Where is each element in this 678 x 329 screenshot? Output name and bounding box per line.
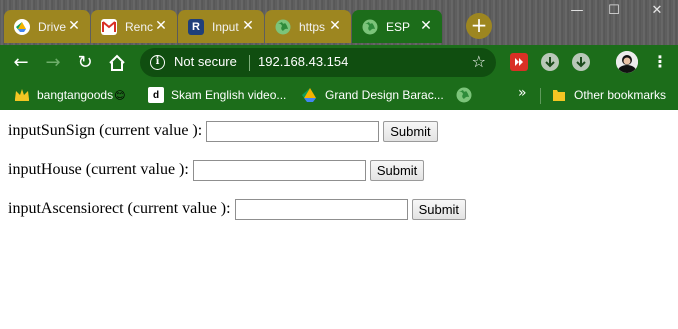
- gmail-icon: [101, 18, 117, 35]
- bookmark-label: Other bookmarks: [574, 88, 667, 102]
- bookmarks-bar: bangtangoods 😊 d Skam English video... G…: [0, 80, 678, 110]
- home-icon[interactable]: [104, 50, 130, 76]
- reload-icon[interactable]: ↻: [72, 50, 98, 76]
- r-icon: R: [188, 18, 204, 35]
- globe-icon: [275, 19, 291, 35]
- ascensiorect-input[interactable]: [234, 198, 408, 220]
- page-content: inputSunSign (current value ): Submit in…: [0, 111, 678, 329]
- google-drive-icon: [302, 87, 318, 103]
- close-icon[interactable]: ✕: [240, 18, 256, 34]
- download-icon[interactable]: [541, 53, 559, 71]
- forward-arrow-icon[interactable]: →: [40, 50, 66, 76]
- tab-https[interactable]: https ✕: [265, 10, 351, 43]
- tab-strip: Drive ✕ Renc ✕ R Input ✕ https ✕ ESP ✕: [4, 9, 443, 45]
- window-close-icon[interactable]: ✕: [647, 2, 667, 22]
- bookmark-label: Grand Design Barac...: [325, 88, 444, 102]
- close-icon[interactable]: ✕: [327, 18, 343, 34]
- tab-title: ESP: [386, 19, 411, 34]
- folder-icon: [551, 87, 567, 103]
- bookmark-item[interactable]: Grand Design Barac...: [302, 85, 444, 105]
- form-row-ascensiorect: inputAscensiorect (current value ): Subm…: [8, 198, 467, 220]
- bookmarks-overflow-icon[interactable]: »: [518, 85, 527, 101]
- bookmark-label: Skam English video...: [171, 88, 287, 102]
- tab-title: Renc: [125, 19, 154, 34]
- more-menu-icon[interactable]: ⋮: [652, 51, 668, 73]
- tab-title: https: [299, 19, 326, 34]
- dailymotion-icon: d: [148, 87, 164, 103]
- house-input[interactable]: [192, 159, 366, 181]
- extension-red-icon[interactable]: [510, 53, 528, 71]
- browser-toolbar: ← → ↻ i Not secure 192.168.43.154 ☆ ⋮: [0, 45, 678, 80]
- bookmark-item[interactable]: bangtangoods 😊: [14, 85, 126, 105]
- download-icon[interactable]: [572, 53, 590, 71]
- other-bookmarks[interactable]: Other bookmarks: [551, 85, 666, 105]
- browser-titlebar: Drive ✕ Renc ✕ R Input ✕ https ✕ ESP ✕ +…: [0, 0, 678, 45]
- avatar[interactable]: [616, 51, 638, 73]
- sun-sign-input[interactable]: [206, 120, 380, 142]
- bookmark-item[interactable]: d Skam English video...: [148, 85, 286, 105]
- globe-icon: [362, 19, 378, 35]
- tab-title: Input: [212, 19, 239, 34]
- submit-button[interactable]: Submit: [383, 120, 438, 142]
- submit-button[interactable]: Submit: [369, 159, 425, 181]
- close-icon[interactable]: ✕: [153, 18, 169, 34]
- tab-title: Drive: [38, 19, 67, 34]
- field-label: inputAscensiorect (current value ):: [8, 200, 231, 217]
- security-label[interactable]: Not secure: [174, 54, 237, 69]
- bookmark-item[interactable]: [456, 85, 472, 105]
- form-row-house: inputHouse (current value ): Submit: [8, 159, 425, 181]
- url-text[interactable]: 192.168.43.154: [258, 54, 348, 69]
- divider: [249, 55, 250, 71]
- smiley-icon: 😊: [114, 88, 126, 102]
- new-tab-button[interactable]: +: [466, 13, 492, 39]
- bookmark-star-icon[interactable]: ☆: [472, 52, 486, 71]
- maximize-icon[interactable]: ☐: [604, 2, 624, 22]
- google-drive-icon: [14, 18, 30, 35]
- tab-input[interactable]: R Input ✕: [178, 10, 264, 43]
- submit-button[interactable]: Submit: [411, 198, 467, 220]
- close-icon[interactable]: ✕: [418, 18, 434, 34]
- tab-gmail[interactable]: Renc ✕: [91, 10, 177, 43]
- form-row-sun-sign: inputSunSign (current value ): Submit: [8, 120, 438, 142]
- tab-drive[interactable]: Drive ✕: [4, 10, 90, 43]
- close-icon[interactable]: ✕: [66, 18, 82, 34]
- globe-icon: [456, 87, 472, 103]
- crown-icon: [14, 87, 30, 103]
- back-arrow-icon[interactable]: ←: [8, 50, 34, 76]
- divider: [540, 88, 541, 104]
- minimize-icon[interactable]: —: [567, 2, 587, 22]
- info-icon[interactable]: i: [150, 55, 165, 70]
- field-label: inputHouse (current value ):: [8, 161, 189, 178]
- address-bar[interactable]: i Not secure 192.168.43.154 ☆: [140, 48, 496, 77]
- bookmark-label: bangtangoods: [37, 88, 114, 102]
- field-label: inputSunSign (current value ):: [8, 122, 203, 139]
- tab-esp[interactable]: ESP ✕: [352, 10, 442, 43]
